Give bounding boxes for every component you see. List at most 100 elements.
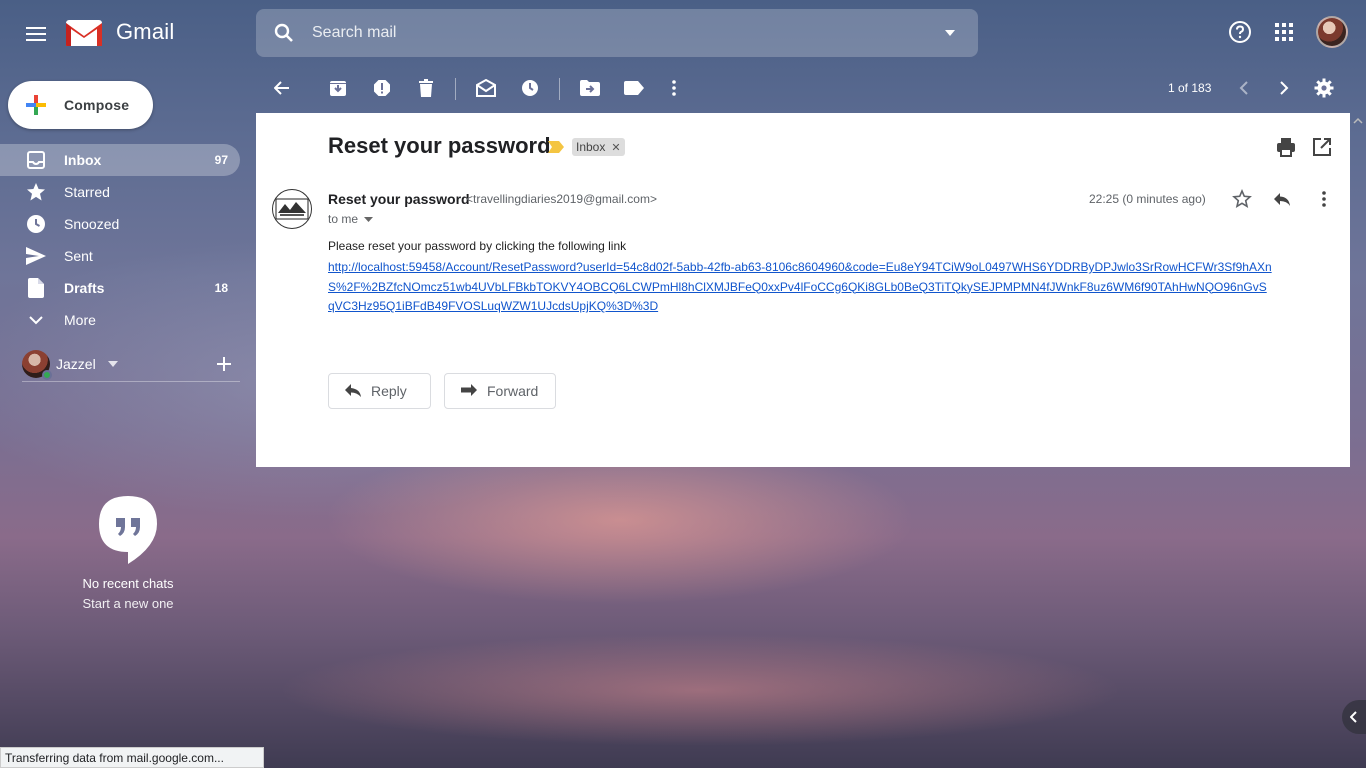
sidebar-item-label: More [64, 312, 96, 328]
no-chats-text: No recent chats [82, 576, 174, 591]
side-panel-toggle[interactable] [1342, 700, 1366, 734]
search-input[interactable] [312, 24, 930, 42]
more-icon[interactable] [662, 76, 686, 100]
account-area [1220, 12, 1366, 52]
browser-status-bar: Transferring data from mail.google.com..… [0, 747, 264, 768]
start-new-chat-link[interactable]: Start a new one [0, 594, 256, 614]
settings-icon[interactable] [1312, 76, 1336, 100]
hamburger-icon [26, 27, 46, 41]
account-avatar[interactable] [1316, 16, 1348, 48]
sidebar-item-more[interactable]: More [0, 304, 240, 336]
reset-password-link[interactable]: http://localhost:59458/Account/ResetPass… [328, 258, 1273, 317]
hangouts-user[interactable]: Jazzel [22, 346, 240, 382]
chat-empty-state: No recent chats Start a new one [0, 494, 256, 614]
top-bar: Gmail [0, 0, 1366, 64]
caret-down-icon [945, 30, 955, 36]
recipient-label: to me [328, 212, 359, 226]
search-bar [256, 9, 978, 57]
app-name: Gmail [116, 19, 175, 44]
sender-logo-icon [275, 198, 309, 220]
more-options-icon[interactable] [1314, 189, 1334, 209]
search-icon[interactable] [272, 21, 296, 45]
mark-unread-icon[interactable] [474, 76, 498, 100]
hangouts-quote-icon [99, 496, 157, 564]
compose-plus-icon [26, 95, 46, 115]
caret-down-icon [364, 216, 374, 222]
reply-icon[interactable] [1272, 189, 1292, 209]
next-icon[interactable] [1272, 76, 1296, 100]
scroll-up-icon [1353, 117, 1363, 124]
snooze-icon[interactable] [518, 76, 542, 100]
print-icon[interactable] [1276, 137, 1296, 157]
reply-button[interactable]: Reply [328, 373, 431, 409]
sidebar-item-inbox[interactable]: Inbox 97 [0, 144, 240, 176]
email-body-text: Please reset your password by clicking t… [328, 239, 627, 253]
sidebar-item-label: Inbox [64, 152, 102, 168]
hangouts-user-name: Jazzel [56, 355, 96, 372]
open-in-new-window-icon[interactable] [1312, 137, 1332, 157]
gmail-m-icon [66, 20, 102, 46]
sender-avatar [272, 189, 312, 229]
email-subject: Reset your password [328, 133, 551, 158]
forward-button[interactable]: Forward [444, 373, 556, 409]
compose-label: Compose [64, 97, 130, 113]
move-to-icon[interactable] [578, 76, 602, 100]
forward-icon [461, 384, 477, 396]
sidebar-item-label: Starred [64, 184, 110, 200]
sidebar-item-snoozed[interactable]: Snoozed [0, 208, 240, 240]
back-icon[interactable] [270, 76, 294, 100]
help-icon [1229, 21, 1251, 43]
forward-label: Forward [487, 383, 539, 399]
gmail-logo[interactable]: Gmail [64, 16, 174, 48]
clock-icon [26, 214, 46, 234]
new-chat-icon[interactable] [214, 354, 234, 374]
inbox-icon [26, 150, 46, 170]
delete-icon[interactable] [414, 76, 438, 100]
sidebar-item-label: Sent [64, 248, 93, 264]
sidebar-nav: Inbox 97 Starred Snoozed Sent Drafts 18 … [0, 144, 256, 336]
label-chip-inbox[interactable]: Inbox ✕ [572, 138, 625, 156]
message-toolbar: 1 of 183 [256, 64, 1366, 113]
search-options-button[interactable] [930, 13, 970, 53]
important-marker-icon[interactable] [548, 141, 564, 153]
recipient-details-toggle[interactable]: to me [328, 212, 374, 226]
scrollbar[interactable] [1350, 113, 1366, 768]
email-timestamp: 22:25 (0 minutes ago) [1089, 192, 1206, 206]
sender-name: Reset your password [328, 191, 470, 207]
reply-icon [345, 384, 361, 397]
label-chip-text: Inbox [576, 140, 606, 154]
sidebar-item-drafts[interactable]: Drafts 18 [0, 272, 240, 304]
draft-count: 18 [214, 281, 228, 295]
caret-down-icon [107, 360, 118, 367]
unread-count: 97 [214, 153, 228, 167]
labels-icon[interactable] [622, 76, 646, 100]
avatar [22, 349, 52, 380]
main-menu-button[interactable] [18, 16, 54, 52]
draft-icon [26, 278, 46, 298]
apps-button[interactable] [1264, 12, 1304, 52]
send-icon [26, 246, 46, 266]
star-icon[interactable] [1232, 189, 1252, 209]
sidebar-item-label: Snoozed [64, 216, 120, 232]
star-icon [26, 182, 46, 202]
sender-email: <travellingdiaries2019@gmail.com> [466, 192, 657, 206]
toolbar-divider [559, 78, 560, 100]
chevron-left-icon [1350, 711, 1357, 723]
remove-label-icon[interactable]: ✕ [611, 141, 620, 154]
pagination-label: 1 of 183 [1168, 81, 1212, 95]
toolbar-divider [455, 78, 456, 100]
apps-grid-icon [1275, 23, 1293, 41]
archive-icon[interactable] [326, 76, 350, 100]
prev-icon[interactable] [1232, 76, 1256, 100]
sidebar-item-starred[interactable]: Starred [0, 176, 240, 208]
compose-button[interactable]: Compose [8, 81, 153, 129]
sidebar-item-label: Drafts [64, 280, 105, 296]
support-button[interactable] [1220, 12, 1260, 52]
sidebar: Compose Inbox 97 Starred Snoozed Sent Dr… [0, 64, 256, 768]
report-spam-icon[interactable] [370, 76, 394, 100]
online-status-icon [42, 369, 52, 380]
chevron-down-icon [26, 310, 46, 330]
reply-label: Reply [371, 383, 407, 399]
sidebar-item-sent[interactable]: Sent [0, 240, 240, 272]
message-view: Reset your password Inbox ✕ Reset your p… [256, 113, 1350, 467]
